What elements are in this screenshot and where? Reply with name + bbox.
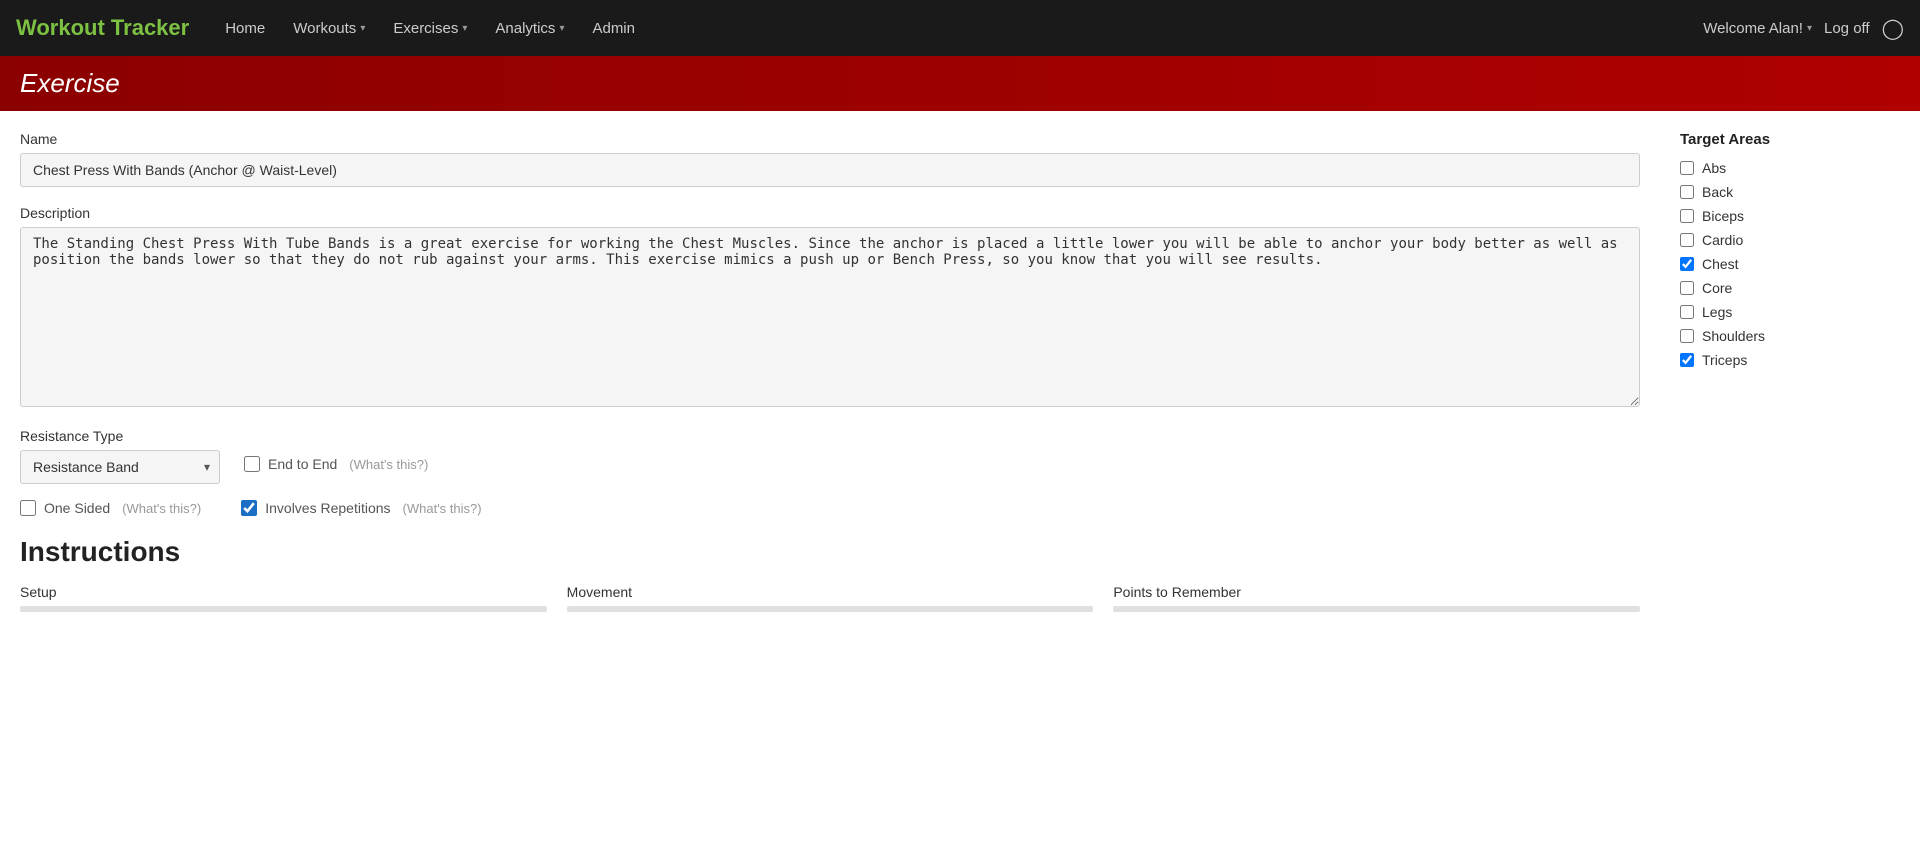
- nav-link-home[interactable]: Home: [213, 12, 277, 45]
- target-areas-title: Target Areas: [1680, 131, 1900, 148]
- target-area-label: Triceps: [1702, 352, 1747, 368]
- target-area-item: Chest: [1680, 256, 1900, 272]
- target-area-item: Abs: [1680, 160, 1900, 176]
- target-area-checkbox-core[interactable]: [1680, 281, 1694, 295]
- instructions-cols: Setup Movement Points to Remember: [20, 584, 1640, 612]
- resistance-type-label: Resistance Type: [20, 428, 220, 444]
- movement-col: Movement: [567, 584, 1094, 612]
- target-area-label: Back: [1702, 184, 1733, 200]
- target-area-item: Core: [1680, 280, 1900, 296]
- setup-label: Setup: [20, 584, 547, 600]
- target-area-checkbox-shoulders[interactable]: [1680, 329, 1694, 343]
- description-group: Description: [20, 205, 1640, 410]
- involves-reps-label: Involves Repetitions: [265, 500, 390, 516]
- nav-item-admin[interactable]: Admin: [580, 12, 647, 45]
- target-area-label: Chest: [1702, 256, 1739, 272]
- target-area-checkbox-biceps[interactable]: [1680, 209, 1694, 223]
- involves-reps-whats-this[interactable]: (What's this?): [403, 501, 482, 516]
- target-area-checkbox-back[interactable]: [1680, 185, 1694, 199]
- nav-menu: Home Workouts ▾ Exercises ▾ Analytics ▾ …: [213, 12, 1703, 45]
- page-header: Exercise: [0, 56, 1920, 111]
- navbar: Workout Tracker Home Workouts ▾ Exercise…: [0, 0, 1920, 56]
- description-label: Description: [20, 205, 1640, 221]
- target-area-label: Core: [1702, 280, 1732, 296]
- movement-bar: [567, 606, 1094, 612]
- name-label: Name: [20, 131, 1640, 147]
- target-area-label: Shoulders: [1702, 328, 1765, 344]
- points-col: Points to Remember: [1113, 584, 1640, 612]
- checkboxes-row: One Sided (What's this?) Involves Repeti…: [20, 500, 1640, 516]
- target-area-item: Back: [1680, 184, 1900, 200]
- target-areas-list: Abs Back Biceps Cardio Chest Core Legs Shoulder…: [1680, 160, 1900, 368]
- instructions-section: Instructions Setup Movement Points to Re…: [20, 536, 1640, 612]
- target-area-checkbox-abs[interactable]: [1680, 161, 1694, 175]
- target-area-checkbox-triceps[interactable]: [1680, 353, 1694, 367]
- target-area-checkbox-cardio[interactable]: [1680, 233, 1694, 247]
- one-sided-whats-this[interactable]: (What's this?): [122, 501, 201, 516]
- nav-item-workouts[interactable]: Workouts ▾: [281, 12, 377, 45]
- app-brand[interactable]: Workout Tracker: [16, 15, 189, 41]
- name-input[interactable]: [20, 153, 1640, 187]
- end-to-end-whats-this[interactable]: (What's this?): [349, 457, 428, 472]
- welcome-text[interactable]: Welcome Alan! ▾: [1703, 20, 1812, 37]
- points-label: Points to Remember: [1113, 584, 1640, 600]
- target-area-item: Shoulders: [1680, 328, 1900, 344]
- one-sided-item: One Sided (What's this?): [20, 500, 201, 516]
- resistance-type-group: Resistance Type Resistance BandBody Weig…: [20, 428, 220, 484]
- resistance-type-select[interactable]: Resistance BandBody WeightCableDumbbellB…: [20, 450, 220, 484]
- nav-link-admin[interactable]: Admin: [580, 12, 647, 45]
- nav-item-exercises[interactable]: Exercises ▾: [381, 12, 479, 45]
- exercises-caret-icon: ▾: [462, 23, 467, 34]
- nav-item-analytics[interactable]: Analytics ▾: [483, 12, 576, 45]
- movement-label: Movement: [567, 584, 1094, 600]
- form-section: Name Description Resistance Type Resista…: [20, 131, 1640, 612]
- target-area-label: Abs: [1702, 160, 1726, 176]
- analytics-caret-icon: ▾: [559, 23, 564, 34]
- involves-reps-checkbox[interactable]: [241, 500, 257, 516]
- page-title: Exercise: [20, 68, 1900, 99]
- logoff-link[interactable]: Log off: [1824, 20, 1870, 37]
- target-areas-section: Target Areas Abs Back Biceps Cardio Chest Cor…: [1680, 131, 1900, 612]
- navbar-right: Welcome Alan! ▾ Log off ◯: [1703, 16, 1904, 41]
- nav-link-analytics[interactable]: Analytics ▾: [483, 12, 576, 45]
- target-area-checkbox-chest[interactable]: [1680, 257, 1694, 271]
- end-to-end-label: End to End: [268, 456, 337, 472]
- involves-reps-item: Involves Repetitions (What's this?): [241, 500, 481, 516]
- workouts-caret-icon: ▾: [360, 23, 365, 34]
- name-group: Name: [20, 131, 1640, 187]
- target-area-label: Legs: [1702, 304, 1732, 320]
- target-area-item: Legs: [1680, 304, 1900, 320]
- end-to-end-checkbox[interactable]: [244, 456, 260, 472]
- target-area-label: Cardio: [1702, 232, 1743, 248]
- resistance-row: Resistance Type Resistance BandBody Weig…: [20, 428, 1640, 484]
- target-area-item: Triceps: [1680, 352, 1900, 368]
- nav-item-home[interactable]: Home: [213, 12, 277, 45]
- target-area-checkbox-legs[interactable]: [1680, 305, 1694, 319]
- nav-link-exercises[interactable]: Exercises ▾: [381, 12, 479, 45]
- points-bar: [1113, 606, 1640, 612]
- one-sided-label: One Sided: [44, 500, 110, 516]
- nav-link-workouts[interactable]: Workouts ▾: [281, 12, 377, 45]
- target-area-label: Biceps: [1702, 208, 1744, 224]
- welcome-caret-icon: ▾: [1807, 23, 1812, 34]
- one-sided-checkbox[interactable]: [20, 500, 36, 516]
- setup-col: Setup: [20, 584, 547, 612]
- end-to-end-row: End to End (What's this?): [244, 428, 428, 472]
- target-area-item: Cardio: [1680, 232, 1900, 248]
- description-textarea[interactable]: [20, 227, 1640, 407]
- resistance-type-select-wrapper: Resistance BandBody WeightCableDumbbellB…: [20, 450, 220, 484]
- instructions-title: Instructions: [20, 536, 1640, 568]
- main-content: Name Description Resistance Type Resista…: [0, 111, 1920, 632]
- end-to-end-item: End to End (What's this?): [244, 456, 428, 472]
- target-area-item: Biceps: [1680, 208, 1900, 224]
- github-icon[interactable]: ◯: [1882, 16, 1904, 41]
- setup-bar: [20, 606, 547, 612]
